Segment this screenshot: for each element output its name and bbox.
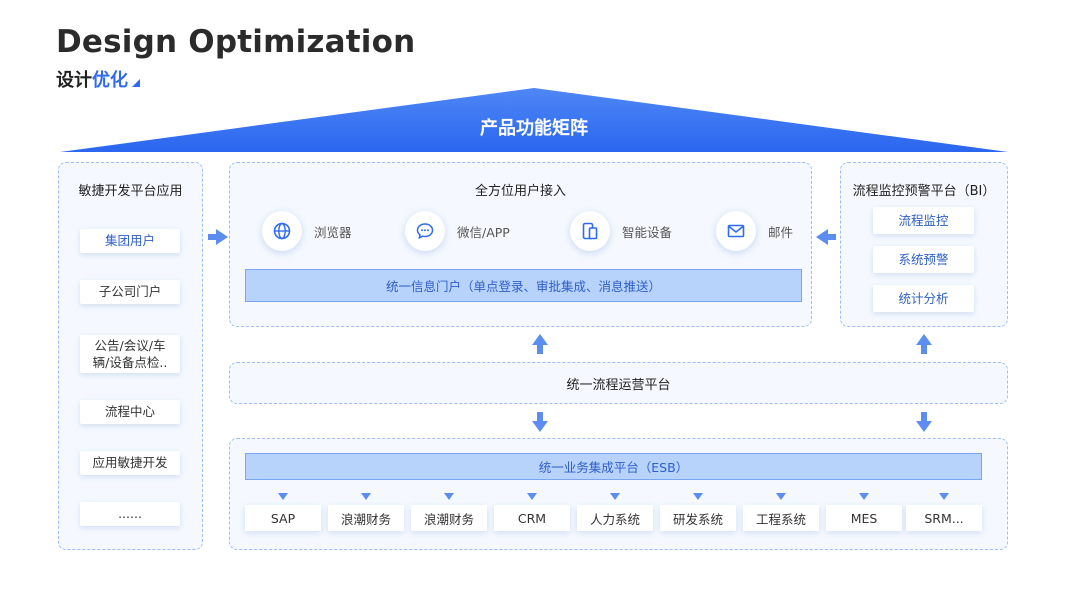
right-panel-title: 流程监控预警平台（BI） — [852, 184, 996, 199]
channel-browser[interactable]: 浏览器 — [262, 211, 352, 251]
right-item-statistics[interactable]: 统计分析 — [873, 285, 974, 312]
left-item-subsidiary-portal[interactable]: 子公司门户 — [80, 280, 180, 304]
system-inspur-finance[interactable]: 浪潮财务 — [328, 491, 404, 531]
system-hr[interactable]: 人力系统 — [577, 491, 653, 531]
system-rd-label: 研发系统 — [660, 505, 736, 531]
system-sap-label: SAP — [245, 505, 321, 531]
right-item-process-monitor[interactable]: 流程监控 — [873, 207, 974, 234]
system-engineering[interactable]: 工程系统 — [743, 491, 819, 531]
channel-smart-device[interactable]: 智能设备 — [570, 211, 672, 251]
down-triangle-icon — [278, 493, 288, 500]
arrow-down-icon — [532, 412, 548, 432]
process-ops-platform[interactable]: 统一流程运营平台 — [229, 362, 1008, 404]
down-triangle-icon — [527, 493, 537, 500]
globe-icon — [262, 211, 302, 251]
arrow-down-icon — [916, 412, 932, 432]
left-item-notice-label: 公告/会议/车 辆/设备点检.. — [92, 337, 168, 371]
system-srm[interactable]: SRM... — [906, 491, 982, 531]
channel-wechat-app-label: 微信/APP — [457, 224, 510, 240]
system-engineering-label: 工程系统 — [743, 505, 819, 531]
left-item-notice[interactable]: 公告/会议/车 辆/设备点检.. — [80, 335, 180, 373]
user-access-title: 全方位用户接入 — [474, 184, 566, 199]
system-rd[interactable]: 研发系统 — [660, 491, 736, 531]
systems-row: SAP 浪潮财务 浪潮财务 CRM 人力系统 研发系统 工程系统 MES SRM… — [245, 491, 982, 531]
left-item-more[interactable]: ...... — [80, 502, 180, 526]
roof-label: 产品功能矩阵 — [480, 118, 588, 139]
chat-icon — [405, 211, 445, 251]
system-inspur-finance-label: 浪潮财务 — [328, 505, 404, 531]
arrow-left-icon — [816, 229, 836, 245]
system-inspur-finance-2-label: 浪潮财务 — [411, 505, 487, 531]
channel-wechat-app[interactable]: 微信/APP — [405, 211, 510, 251]
channel-browser-label: 浏览器 — [314, 224, 352, 240]
arrow-up-icon — [916, 334, 932, 354]
channel-smart-device-label: 智能设备 — [622, 224, 673, 240]
down-triangle-icon — [361, 493, 371, 500]
system-sap[interactable]: SAP — [245, 491, 321, 531]
system-mes[interactable]: MES — [826, 491, 902, 531]
down-triangle-icon — [776, 493, 786, 500]
system-hr-label: 人力系统 — [577, 505, 653, 531]
down-triangle-icon — [610, 493, 620, 500]
arrow-up-icon — [532, 334, 548, 354]
system-crm[interactable]: CRM — [494, 491, 570, 531]
left-item-group-users[interactable]: 集团用户 — [80, 229, 180, 253]
left-item-agile-dev[interactable]: 应用敏捷开发 — [80, 451, 180, 475]
mail-icon — [716, 211, 756, 251]
left-panel-title: 敏捷开发平台应用 — [78, 184, 183, 199]
channel-email-label: 邮件 — [768, 224, 794, 240]
esb-bar[interactable]: 统一业务集成平台（ESB） — [245, 453, 982, 480]
down-triangle-icon — [939, 493, 949, 500]
system-inspur-finance-2[interactable]: 浪潮财务 — [411, 491, 487, 531]
down-triangle-icon — [693, 493, 703, 500]
process-ops-platform-label: 统一流程运营平台 — [566, 377, 671, 393]
left-item-process-center[interactable]: 流程中心 — [80, 400, 180, 424]
system-srm-label: SRM... — [906, 505, 982, 531]
unified-portal-bar[interactable]: 统一信息门户（单点登录、审批集成、消息推送） — [245, 269, 802, 302]
down-triangle-icon — [444, 493, 454, 500]
device-icon — [570, 211, 610, 251]
system-mes-label: MES — [826, 505, 902, 531]
down-triangle-icon — [859, 493, 869, 500]
corner-mark-icon — [132, 79, 140, 87]
system-crm-label: CRM — [494, 505, 570, 531]
page-title: Design Optimization — [56, 24, 416, 60]
arrow-right-icon — [208, 229, 228, 245]
right-item-system-alert[interactable]: 系统预警 — [873, 246, 974, 273]
channel-email[interactable]: 邮件 — [716, 211, 793, 251]
